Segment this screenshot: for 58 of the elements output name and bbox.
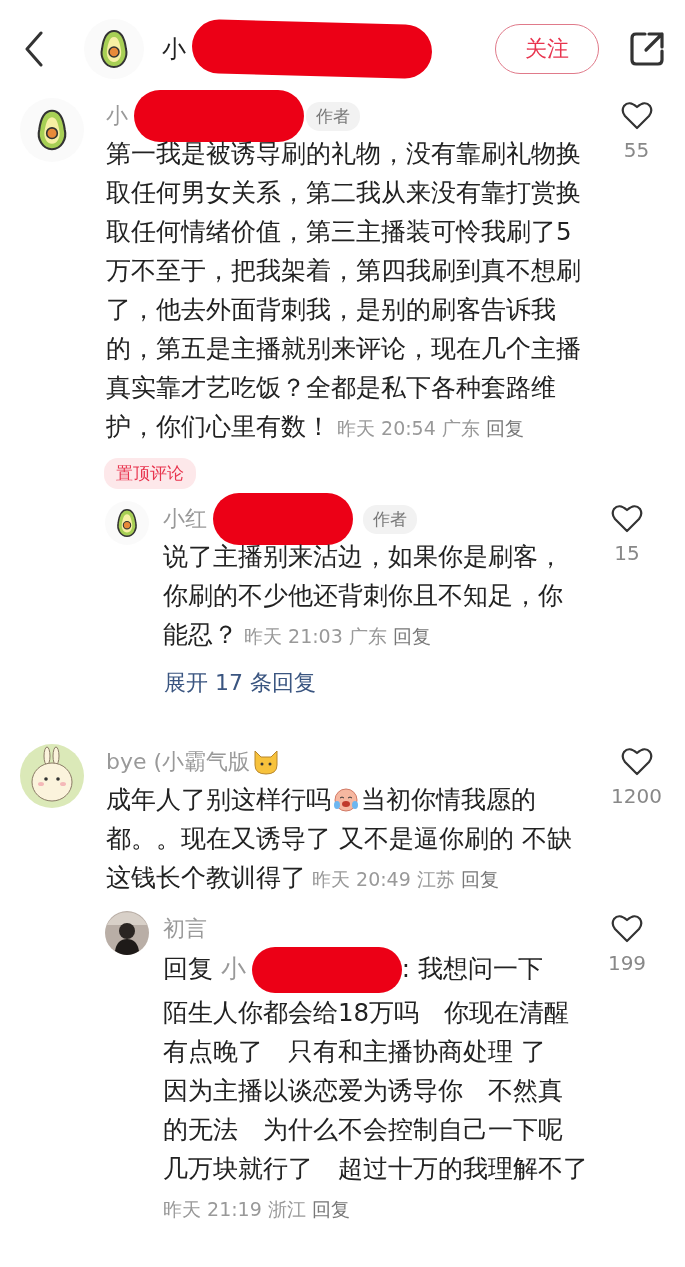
comment-location: 广东 (348, 625, 387, 647)
comment-location: 江苏 (416, 868, 455, 890)
reply-target-name[interactable]: 小 (220, 954, 246, 983)
comment-text: 当初你情我愿的 (361, 785, 536, 814)
comment-text: 能忍？ (163, 620, 238, 649)
cat-face-icon (252, 749, 281, 775)
reply-link[interactable]: 回复 (485, 417, 524, 439)
author-tag: 作者 (306, 101, 360, 131)
reply-link[interactable]: 回复 (460, 868, 499, 890)
comment-text: 成年人了别这样行吗 (106, 785, 331, 814)
comment-time: 昨天 21:03 (244, 625, 343, 647)
like-count: 15 (614, 541, 640, 565)
like-count: 1200 (611, 784, 662, 808)
comment-text: 因为主播以谈恋爱为诱导你 不然真 (163, 1076, 563, 1105)
comment-text: 你刷的不少他还背刺你且不知足，你 (163, 581, 563, 610)
comment-time: 昨天 20:49 (312, 868, 411, 890)
like-icon[interactable] (620, 100, 653, 130)
comment-text: 了，他去外面背刺我，是别的刷客告诉我 (106, 295, 556, 324)
comment-text: 陌生人你都会给18万吗 你现在清醒 (163, 998, 570, 1027)
user-name[interactable]: 小红 (163, 504, 207, 534)
comment-text: 的，第五是主播就别来评论，现在几个主播 (106, 334, 581, 363)
like-count: 55 (623, 138, 650, 162)
user-name[interactable]: bye (小霸气版 (106, 747, 251, 777)
comment-text: 取任何男女关系，第二我从来没有靠打赏换 (106, 178, 581, 207)
crying-face-icon (332, 785, 360, 813)
comment-text: 万不至于，把我架着，第四我刷到真不想刷 (106, 256, 581, 285)
comment-text: 说了主播别来沾边，如果你是刷客， (163, 542, 563, 571)
reply-prefix: 回复 (163, 954, 213, 983)
back-icon[interactable] (24, 31, 44, 67)
comment-text: 第一我是被诱导刷的礼物，没有靠刷礼物换 (106, 139, 581, 168)
comment-text: : 我想问一下 (401, 954, 543, 983)
comment-time: 昨天 20:54 (337, 417, 436, 439)
follow-button[interactable]: 关注 (495, 24, 599, 74)
share-icon[interactable] (629, 31, 665, 67)
user-name[interactable]: 小 (106, 101, 128, 131)
comment-text: 几万块就行了 超过十万的我理解不了 (163, 1154, 588, 1183)
like-count: 199 (607, 951, 647, 975)
comment-text: 这钱长个教训得了 (106, 863, 306, 892)
user-name[interactable]: 初言 (163, 914, 207, 944)
comment-text: 真实靠才艺吃饭？全都是私下各种套路维 (106, 373, 556, 402)
author-tag: 作者 (363, 504, 417, 534)
like-icon[interactable] (611, 503, 643, 533)
comment-text: 都。。现在又诱导了 又不是逼你刷的 不缺 (106, 824, 572, 853)
like-icon[interactable] (611, 913, 643, 943)
comment-text: 护，你们心里有数！ (106, 412, 331, 441)
comment-text: 取任何情绪价值，第三主播装可怜我刷了5 (106, 217, 572, 246)
pinned-tag: 置顶评论 (104, 458, 196, 489)
reply-link[interactable]: 回复 (311, 1198, 350, 1220)
user-name: 小 (162, 34, 186, 65)
comment-time: 昨天 21:19 (163, 1198, 262, 1220)
comment-location: 广东 (441, 417, 480, 439)
rabbit-avatar-icon[interactable] (20, 744, 84, 808)
reply-link[interactable]: 回复 (392, 625, 431, 647)
comment-text: 有点晚了 只有和主播协商处理 了 (163, 1037, 546, 1066)
like-icon[interactable] (620, 746, 653, 776)
comment-text: 的无法 为什么不会控制自己一下呢 (163, 1115, 563, 1144)
expand-replies-link[interactable]: 展开 17 条回复 (164, 670, 316, 695)
comment-location: 浙江 (267, 1198, 306, 1220)
